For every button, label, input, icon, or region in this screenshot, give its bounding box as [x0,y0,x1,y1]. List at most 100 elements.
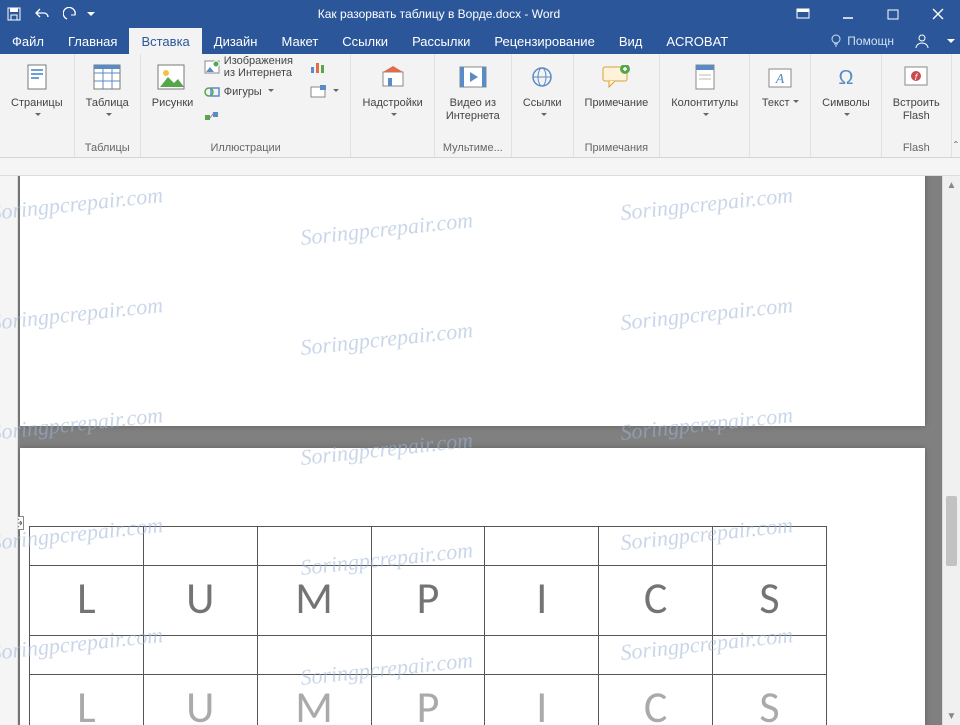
page-icon [26,63,48,91]
link-icon [529,66,555,88]
pages-button[interactable]: Страницы [6,56,68,124]
table-cell[interactable] [371,636,485,675]
pages-label: Страницы [11,97,63,123]
undo-button[interactable] [28,0,56,28]
table-cell[interactable]: P [371,566,485,636]
redo-button[interactable] [56,0,84,28]
page-previous[interactable] [20,176,925,426]
table-cell[interactable] [257,636,371,675]
table-cell[interactable] [485,527,599,566]
table-cell[interactable] [713,636,827,675]
table-cell[interactable] [485,636,599,675]
maximize-button[interactable] [870,0,915,28]
flash-button[interactable]: f Встроить Flash [888,56,945,124]
collapse-ribbon-button[interactable]: ˆ [952,54,960,157]
scrollbar-thumb[interactable] [946,496,957,566]
tab-mailings[interactable]: Рассылки [400,28,482,54]
table-label: Таблица [86,97,129,123]
tab-home[interactable]: Главная [56,28,129,54]
share-button[interactable] [902,28,942,54]
ribbon-options-button[interactable] [780,0,825,28]
scroll-up-button[interactable]: ▲ [943,176,960,194]
addins-button[interactable]: Надстройки [357,56,427,124]
smartart-button[interactable] [199,106,302,128]
shapes-label: Фигуры [224,86,274,98]
table-cell[interactable] [30,527,144,566]
table-cell[interactable]: M [257,675,371,725]
vertical-ruler[interactable] [0,176,18,725]
horizontal-ruler[interactable] [0,158,960,176]
menu-bar: Файл Главная Вставка Дизайн Макет Ссылки… [0,28,960,54]
vertical-scrollbar[interactable]: ▲ ▼ [942,176,960,725]
share-menu-button[interactable] [942,28,960,54]
table-row[interactable] [30,527,827,566]
group-label-media: Мультиме... [441,141,505,157]
table-cell[interactable]: M [257,566,371,636]
table-cell[interactable]: L [30,675,144,725]
tab-acrobat[interactable]: ACROBAT [654,28,740,54]
table-cell[interactable]: C [599,566,713,636]
table-cell[interactable]: L [30,566,144,636]
online-video-button[interactable]: Видео из Интернета [441,56,505,124]
store-icon [380,64,406,90]
table-cell[interactable]: S [713,675,827,725]
table-cell[interactable]: P [371,675,485,725]
save-button[interactable] [0,0,28,28]
lightbulb-icon [829,34,843,48]
symbols-button[interactable]: Ω Символы [817,56,875,124]
table-button[interactable]: Таблица [81,56,134,124]
scroll-down-button[interactable]: ▼ [943,707,960,725]
chevron-down-icon [947,39,955,47]
qat-customize-button[interactable] [84,0,98,28]
table-cell[interactable] [143,527,257,566]
group-links: Ссылки [512,54,574,157]
chart-button[interactable] [305,56,344,78]
table-cell[interactable]: U [143,566,257,636]
tab-layout[interactable]: Макет [269,28,330,54]
table-row[interactable]: L U M P I C S [30,675,827,725]
screenshot-button[interactable] [305,81,344,103]
tab-review[interactable]: Рецензирование [482,28,606,54]
text-button[interactable]: A Текст [756,56,804,111]
table-cell[interactable]: S [713,566,827,636]
tab-design[interactable]: Дизайн [202,28,270,54]
table-cell[interactable] [371,527,485,566]
table-cell[interactable]: I [485,566,599,636]
tab-references[interactable]: Ссылки [330,28,400,54]
online-pictures-button[interactable]: Изображения из Интернета [199,56,302,78]
illustrations-stack2 [305,56,344,103]
group-pages: Страницы Таблицы [0,54,75,157]
text-label: Текст [761,97,799,110]
minimize-button[interactable] [825,0,870,28]
textbox-icon: A [767,65,793,89]
tab-file[interactable]: Файл [0,28,56,54]
table-cell[interactable] [713,527,827,566]
group-label-comments: Примечания [580,141,654,157]
comment-button[interactable]: Примечание [580,56,654,111]
ribbon-insert: Страницы Таблицы Таблица Таблицы Рисунки… [0,54,960,158]
table-cell[interactable]: I [485,675,599,725]
tab-view[interactable]: Вид [607,28,655,54]
tell-me-search[interactable]: Помощн [821,34,902,48]
table-cell[interactable]: C [599,675,713,725]
maximize-icon [887,8,899,20]
close-button[interactable] [915,0,960,28]
tab-insert[interactable]: Вставка [129,28,201,54]
links-button[interactable]: Ссылки [518,56,567,124]
flash-label: Встроить Flash [893,97,940,123]
table-cell[interactable] [257,527,371,566]
shapes-button[interactable]: Фигуры [199,81,302,103]
table-cell[interactable] [143,636,257,675]
table-cell[interactable] [30,636,144,675]
document-table[interactable]: L U M P I C S L U M P I C S [29,526,827,725]
title-bar: Как разорвать таблицу в Ворде.docx - Wor… [0,0,960,28]
table-cell[interactable] [599,636,713,675]
table-row[interactable]: L U M P I C S [30,566,827,636]
table-cell[interactable] [599,527,713,566]
ribbon-display-icon [796,8,810,20]
table-cell[interactable]: U [143,675,257,725]
header-icon [694,63,716,91]
pictures-button[interactable]: Рисунки [147,56,195,111]
headerfooter-button[interactable]: Колонтитулы [666,56,743,124]
table-row[interactable] [30,636,827,675]
